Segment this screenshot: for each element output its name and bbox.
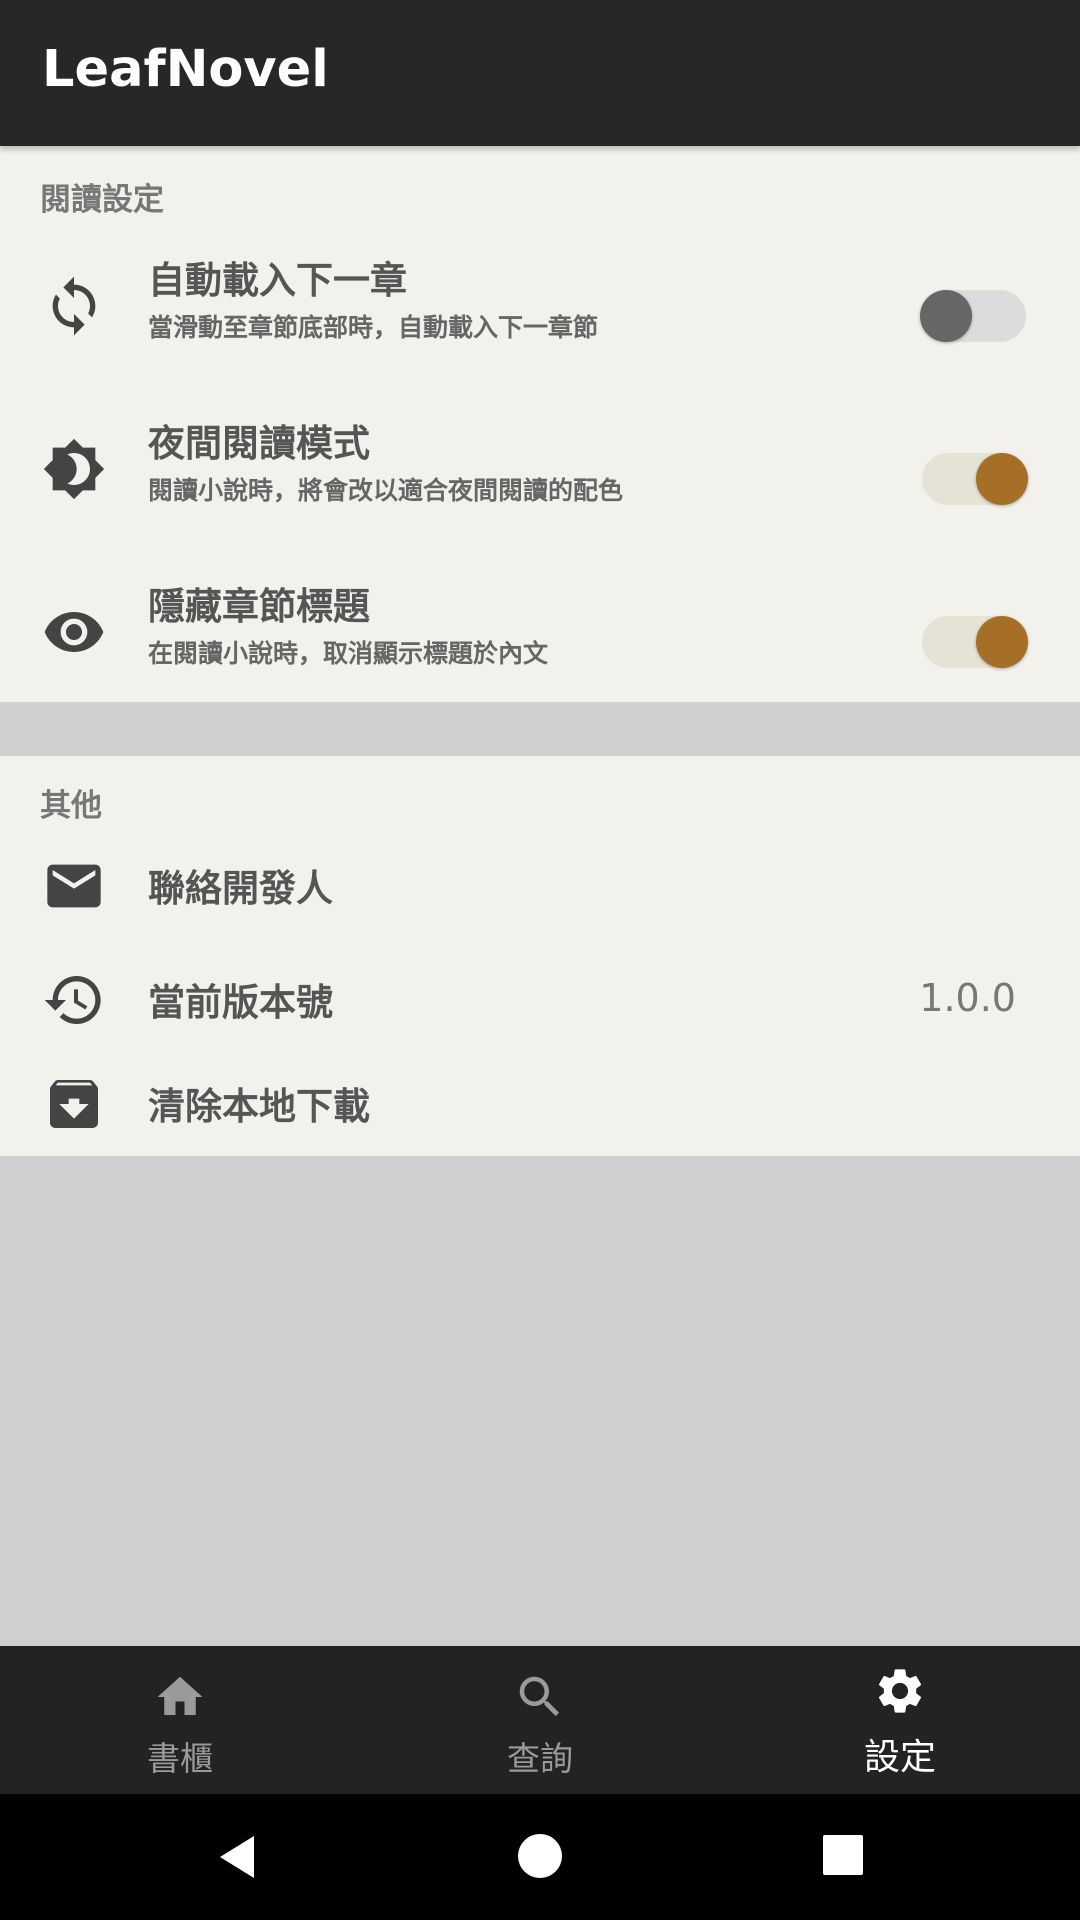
archive-icon — [40, 1070, 108, 1138]
other-section: 其他 聯絡開發人 當前版本號 1.0.0 清除本地下載 — [0, 756, 1080, 1156]
setting-title: 隱藏章節標題 — [148, 585, 370, 628]
mail-icon — [40, 852, 108, 920]
app-title: LeafNovel — [42, 40, 329, 99]
recents-icon[interactable] — [822, 1834, 864, 1876]
clear-downloads-label: 清除本地下載 — [148, 1085, 370, 1128]
toggle-thumb — [976, 453, 1028, 505]
setting-night-mode[interactable]: 夜間閱讀模式 閱讀小說時，將會改以適合夜間閱讀的配色 — [0, 409, 1080, 559]
version-label: 當前版本號 — [148, 981, 333, 1024]
auto-load-toggle[interactable] — [920, 290, 1026, 342]
nav-settings[interactable]: 設定 — [720, 1646, 1080, 1794]
contact-developer-row[interactable]: 聯絡開發人 — [0, 836, 1080, 936]
bottom-navigation: 書櫃 查詢 設定 — [0, 1646, 1080, 1794]
reading-settings-section: 閱讀設定 自動載入下一章 當滑動至章節底部時，自動載入下一章節 夜間閱讀模式 閱… — [0, 146, 1080, 702]
back-icon[interactable] — [214, 1832, 264, 1882]
app-bar: LeafNovel — [0, 0, 1080, 146]
toggle-thumb — [920, 290, 972, 342]
search-icon — [519, 1676, 560, 1717]
setting-subtitle: 當滑動至章節底部時，自動載入下一章節 — [148, 313, 599, 342]
night-mode-toggle[interactable] — [922, 453, 1028, 505]
nav-bookshelf[interactable]: 書櫃 — [0, 1646, 360, 1794]
brightness-icon — [40, 435, 108, 503]
section-header-other: 其他 — [40, 788, 102, 824]
history-icon — [40, 966, 108, 1034]
nav-label: 書櫃 — [147, 1739, 213, 1778]
setting-hide-chapter-title[interactable]: 隱藏章節標題 在閱讀小說時，取消顯示標題於內文 — [0, 572, 1080, 722]
nav-label: 查詢 — [507, 1739, 573, 1778]
setting-title: 自動載入下一章 — [148, 259, 407, 302]
setting-title: 夜間閱讀模式 — [148, 422, 370, 465]
home-icon — [157, 1676, 203, 1715]
nav-label: 設定 — [863, 1737, 936, 1778]
toggle-thumb — [976, 616, 1028, 668]
nav-search[interactable]: 查詢 — [360, 1646, 720, 1794]
version-row: 當前版本號 1.0.0 — [0, 950, 1080, 1050]
sync-icon — [40, 272, 108, 340]
contact-developer-label: 聯絡開發人 — [148, 867, 333, 910]
section-header-reading: 閱讀設定 — [40, 182, 164, 218]
setting-subtitle: 閱讀小說時，將會改以適合夜間閱讀的配色 — [148, 476, 624, 505]
hide-title-toggle[interactable] — [922, 616, 1028, 668]
setting-subtitle: 在閱讀小說時，取消顯示標題於內文 — [148, 639, 549, 668]
system-navigation-bar — [0, 1794, 1080, 1920]
setting-auto-load-next[interactable]: 自動載入下一章 當滑動至章節底部時，自動載入下一章節 — [0, 246, 1080, 396]
version-value: 1.0.0 — [919, 976, 1016, 1020]
settings-icon — [878, 1669, 922, 1713]
eye-icon — [40, 598, 108, 666]
clear-downloads-row[interactable]: 清除本地下載 — [0, 1054, 1080, 1154]
home-button-icon[interactable] — [516, 1832, 564, 1880]
